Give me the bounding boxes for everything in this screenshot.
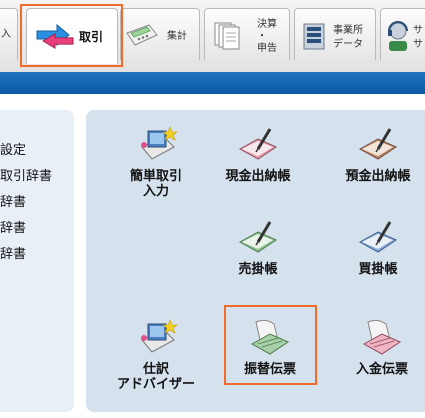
furikae-denpyo-button[interactable]: 振替伝票 [226,318,314,377]
kantan-torihiki-label-2: 入力 [142,184,169,199]
deposit-slip-icon [362,319,402,355]
tab-jigyosho-label-2: データ [333,39,363,50]
sidebar-item-settei[interactable]: 設定 [0,139,26,158]
urikake-label: 売掛帳 [238,262,278,277]
kaikake-label: 買掛帳 [358,262,398,277]
tab-support-label-2: サ [413,39,423,50]
blue-header-bar [0,72,425,94]
tab-kessan-dot: ・ [257,31,267,42]
deposit-ledger-pen-icon [358,128,398,160]
tab-kessan-label-1: 決算 [257,19,277,30]
tab-shukei-label: 集計 [167,31,187,42]
tab-kessan-label-2: 申告 [257,43,277,54]
advisor-monitor-icon [141,319,178,353]
yokin-suitocho-button[interactable]: 預金出納帳 [336,125,420,184]
nyukin-denpyo-label: 入金伝票 [355,362,408,377]
urikake-button[interactable]: 売掛帳 [226,218,290,277]
sidebar-item-jisho-1[interactable]: 辞書 [0,191,26,210]
sidebar-item-jisho-2[interactable]: 辞書 [0,217,26,236]
tab-support-label-1: サ [413,25,423,36]
nyukin-denpyo-button[interactable]: 入金伝票 [342,318,422,377]
cash-ledger-pen-icon [238,128,278,160]
genkin-suitocho-button[interactable]: 現金出納帳 [216,125,300,184]
shiwake-advisor-label-1: 仕訳 [142,362,169,377]
kantan-torihiki-button[interactable]: 簡単取引 入力 [116,125,196,199]
shiwake-advisor-label-2: アドバイザー [116,377,195,392]
headset-operator-icon [388,21,408,51]
exchange-arrows-icon [36,23,74,50]
tab-jigyosho-label-1: 事業所 [333,25,363,36]
genkin-suitocho-label: 現金出納帳 [225,169,291,184]
tab-support-partial[interactable]: サ サ [380,8,425,60]
yokin-suitocho-label: 預金出納帳 [345,169,411,184]
sidebar-item-jisho-3[interactable]: 辞書 [0,243,26,262]
building-icon [303,23,325,50]
tab-torihiki-label: 取引 [79,30,104,44]
transfer-slip-icon [250,319,290,355]
wizard-monitor-icon [141,126,178,160]
kaikake-button[interactable]: 買掛帳 [346,218,410,277]
tab-shukei[interactable]: 集計 [120,8,200,60]
calculator-icon [126,24,158,46]
tab-input-partial[interactable]: 入 [0,8,18,60]
tab-jigyosho[interactable]: 事業所 データ [294,8,376,60]
payables-ledger-pen-icon [358,221,398,253]
tab-input-partial-label: 入 [1,29,11,40]
sidebar-item-torihiki-jisho[interactable]: 取引辞書 [0,165,52,184]
tab-torihiki[interactable]: 取引 [26,8,118,64]
top-tab-bar: 入 取引 集計 決算 ・ 申告 事業所 データ サ サ [0,0,425,72]
left-menu-panel: 設定 取引辞書 辞書 辞書 辞書 [0,110,74,412]
receivables-ledger-pen-icon [238,221,278,253]
kantan-torihiki-label-1: 簡単取引 [129,169,182,184]
tab-kessan[interactable]: 決算 ・ 申告 [204,8,290,60]
documents-stack-icon [214,22,240,50]
shiwake-advisor-button[interactable]: 仕訳 アドバイザー [106,318,206,392]
furikae-denpyo-label: 振替伝票 [243,362,296,377]
